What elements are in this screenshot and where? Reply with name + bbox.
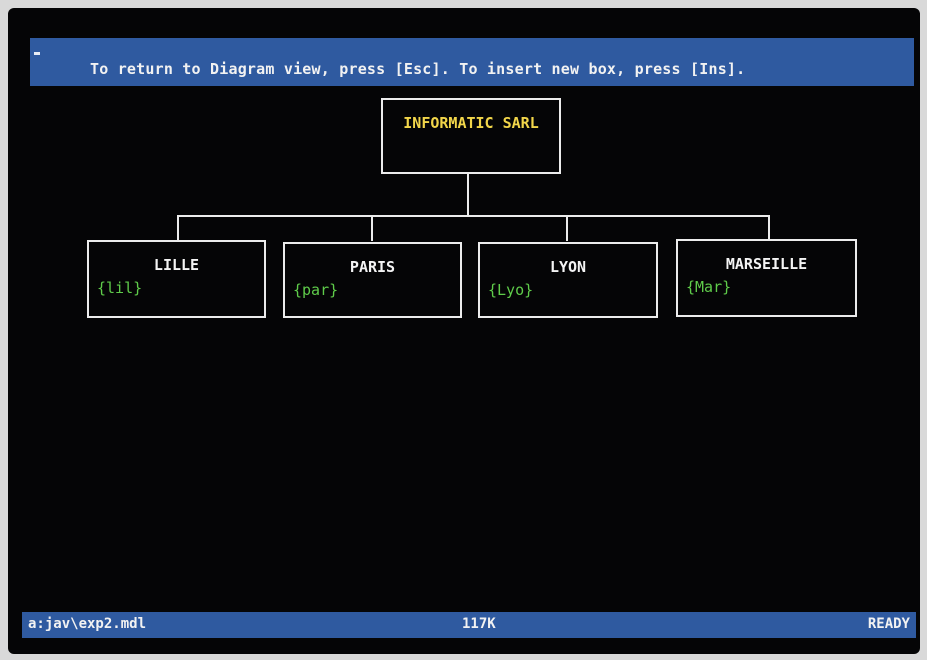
status-ready: READY xyxy=(867,616,910,632)
org-box-paris-name: PARIS xyxy=(349,258,396,276)
connector-lille xyxy=(177,215,179,241)
instruction-text: To return to Diagram view, press [Esc]. … xyxy=(90,60,746,78)
org-box-marseille-name: MARSEILLE xyxy=(725,255,808,273)
org-box-lille[interactable]: LILLE {lil} xyxy=(87,240,266,318)
org-box-paris[interactable]: PARIS {par} xyxy=(283,242,462,318)
status-bar: a:jav\exp2.mdl 117K READY xyxy=(22,612,916,638)
connector-paris xyxy=(371,215,373,241)
status-memory: 117K xyxy=(462,616,496,632)
connector-root-vertical xyxy=(467,172,469,216)
org-box-paris-code: {par} xyxy=(293,281,339,299)
connector-marseille xyxy=(768,215,770,241)
terminal-screen: To return to Diagram view, press [Esc]. … xyxy=(8,8,920,654)
org-box-marseille[interactable]: MARSEILLE {Mar} xyxy=(676,239,857,317)
org-box-lyon-code: {Lyo} xyxy=(488,281,534,299)
connector-horizontal xyxy=(177,215,770,217)
org-box-lille-code: {lil} xyxy=(97,279,143,297)
org-box-marseille-code: {Mar} xyxy=(686,278,732,296)
org-box-lyon[interactable]: LYON {Lyo} xyxy=(478,242,658,318)
org-box-lille-name: LILLE xyxy=(153,256,200,274)
status-file-path: a:jav\exp2.mdl xyxy=(28,616,147,632)
instruction-bar: To return to Diagram view, press [Esc]. … xyxy=(30,38,914,86)
org-box-root[interactable]: INFORMATIC SARL xyxy=(381,98,561,174)
org-box-lyon-name: LYON xyxy=(549,258,587,276)
connector-lyon xyxy=(566,215,568,241)
org-box-root-name: INFORMATIC SARL xyxy=(403,114,539,132)
cursor-icon xyxy=(34,52,40,55)
